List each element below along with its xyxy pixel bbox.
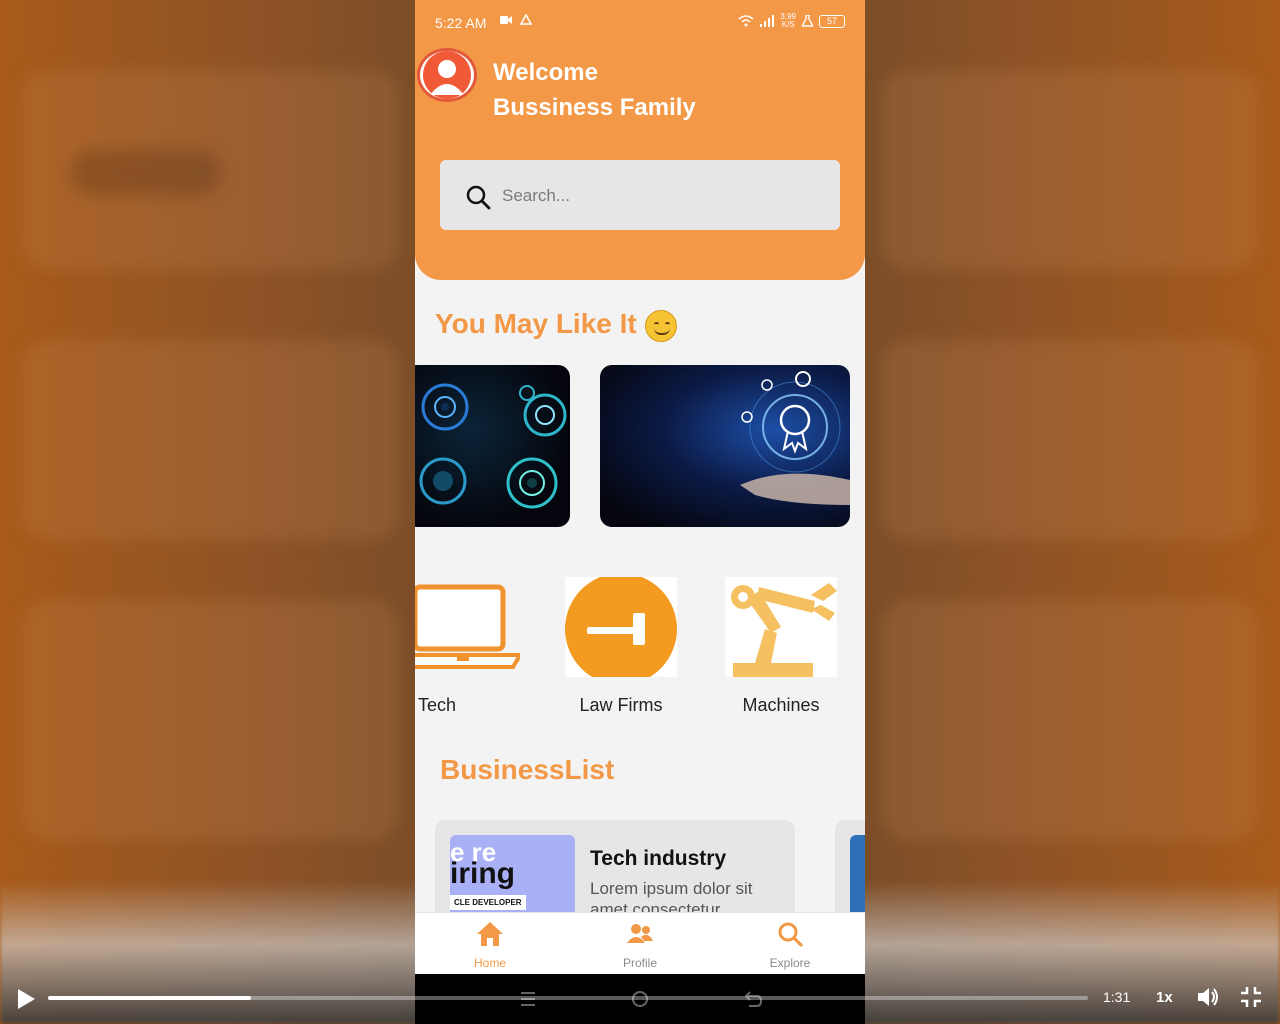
welcome-subtitle: Bussiness Family <box>493 94 696 121</box>
home-icon <box>477 922 503 946</box>
card-image-text: CLE DEVELOPER <box>450 895 526 910</box>
backdrop-blob <box>70 150 220 195</box>
recommended-title: You May Like It <box>435 308 637 339</box>
backdrop-blob <box>880 70 1260 270</box>
volume-icon[interactable] <box>1196 986 1220 1008</box>
battery-indicator: 57 <box>819 14 845 28</box>
search-icon <box>778 922 803 947</box>
tab-label: Home <box>473 956 506 970</box>
video-camera-icon <box>500 15 512 24</box>
status-bar: 5:22 AM 3.99 K/S 57 <box>415 0 865 44</box>
backdrop-blob <box>20 600 400 840</box>
search-icon <box>466 185 491 210</box>
search-bar[interactable] <box>440 160 840 230</box>
award-hand-image <box>740 371 850 505</box>
signal-icon <box>760 15 775 27</box>
tab-label: Profile <box>622 956 657 970</box>
category-machines[interactable]: Machines <box>725 577 837 716</box>
search-input[interactable] <box>502 182 802 210</box>
drive-icon <box>520 14 532 25</box>
tab-label: Explore <box>769 956 811 970</box>
wifi-icon <box>738 15 754 27</box>
video-progress-bar[interactable] <box>48 996 1088 1000</box>
recommended-banner[interactable] <box>415 365 570 527</box>
tech-circles-image <box>419 383 567 509</box>
user-icon <box>423 51 471 99</box>
network-speed-unit: K/S <box>781 20 795 29</box>
backdrop-blob <box>880 340 1260 540</box>
recommended-banner[interactable] <box>600 365 850 527</box>
play-icon[interactable] <box>14 986 38 1012</box>
tab-explore[interactable]: Explore <box>740 921 840 970</box>
avatar[interactable] <box>417 48 477 102</box>
backdrop-blob <box>880 600 1260 840</box>
card-image-text: iring <box>450 857 515 890</box>
exit-fullscreen-icon[interactable] <box>1240 986 1262 1008</box>
category-label: Tech <box>418 695 457 715</box>
recommended-section: You May Like It <box>435 308 677 342</box>
category-tech[interactable]: Tech <box>415 577 524 716</box>
video-progress-fill <box>48 996 251 1000</box>
welcome-text: Welcome Bussiness Family <box>493 55 696 125</box>
flask-icon <box>802 15 813 27</box>
status-time: 5:22 AM <box>435 15 487 31</box>
playback-speed-button[interactable]: 1x <box>1156 989 1173 1006</box>
tab-profile[interactable]: Profile <box>590 921 690 970</box>
gavel-icon <box>565 573 677 685</box>
category-label: Law Firms <box>579 695 663 715</box>
welcome-title: Welcome <box>493 59 598 86</box>
phone-screen: 5:22 AM 3.99 K/S 57 Welcome Bussiness Fa… <box>415 0 865 1024</box>
category-law-firms[interactable]: Law Firms <box>565 573 677 716</box>
business-card-title: Tech industry <box>590 847 727 870</box>
smile-emoji-icon <box>644 309 677 342</box>
category-label: Machines <box>742 695 820 715</box>
backdrop-blob <box>20 340 400 540</box>
people-icon <box>627 924 653 943</box>
status-right-icons: 3.99 K/S 57 <box>738 13 845 29</box>
network-speed: 3.99 K/S <box>780 13 796 29</box>
bottom-tab-bar: Home Profile Explore <box>415 912 865 974</box>
video-time: 1:31 <box>1103 989 1131 1005</box>
status-left-icons <box>500 14 532 25</box>
robot-arm-icon <box>725 577 837 677</box>
laptop-icon <box>415 577 524 677</box>
business-list-title: BusinessList <box>440 754 615 785</box>
tab-home[interactable]: Home <box>440 921 540 970</box>
